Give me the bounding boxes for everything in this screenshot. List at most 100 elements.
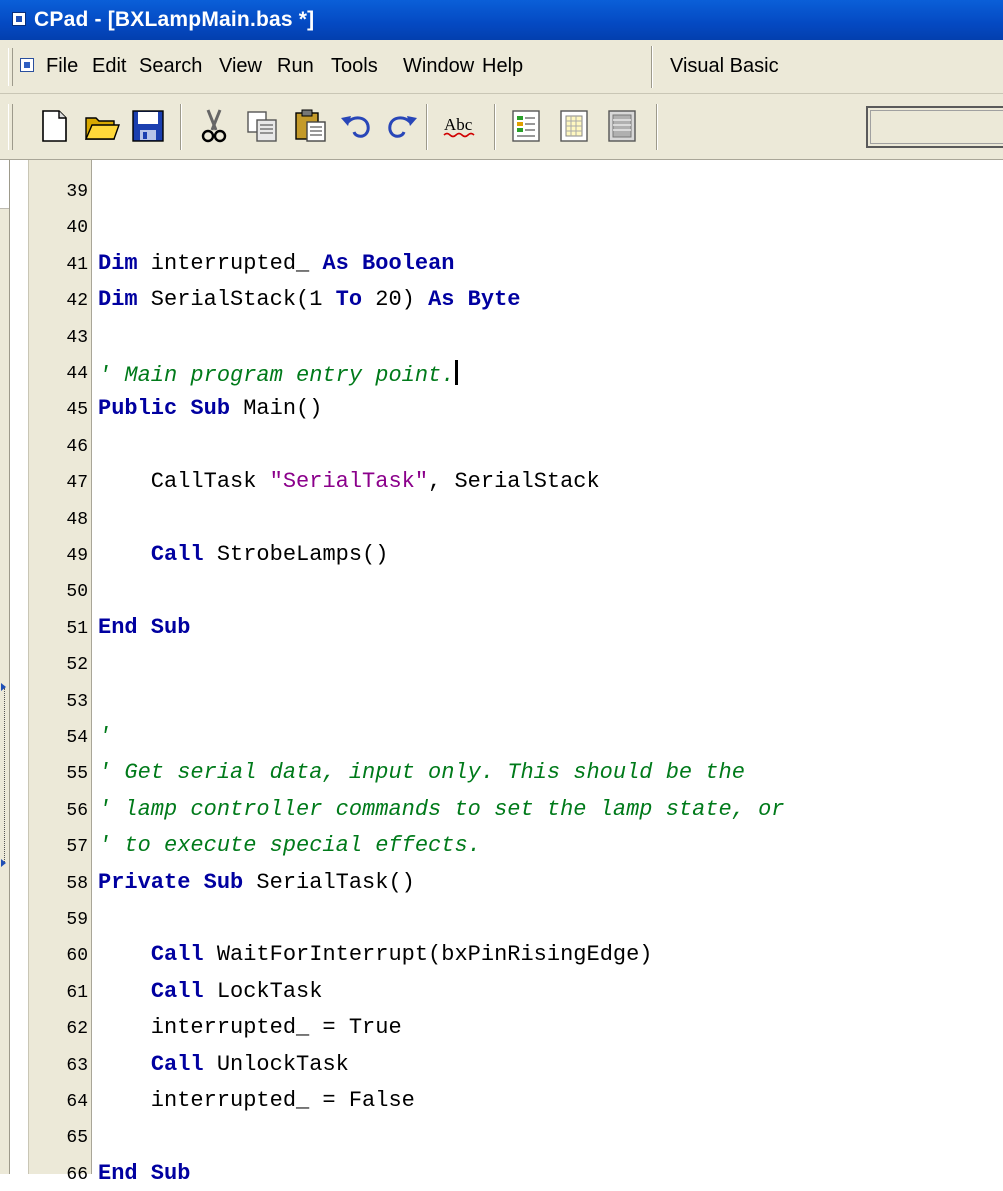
keyword-token: End Sub <box>98 1160 191 1186</box>
menu-help[interactable]: Help <box>482 55 523 78</box>
new-file-icon[interactable] <box>36 108 72 144</box>
toolbar-combo-box[interactable] <box>866 106 1003 148</box>
paste-icon[interactable] <box>292 108 328 144</box>
code-line[interactable]: 43 <box>0 318 1003 354</box>
line-number: 59 <box>66 910 88 930</box>
code-text[interactable]: Call UnlockTask <box>98 1052 349 1077</box>
code-text[interactable]: Call WaitForInterrupt(bxPinRisingEdge) <box>98 942 653 967</box>
code-text[interactable]: End Sub <box>98 615 190 640</box>
code-text[interactable]: ' lamp controller commands to set the la… <box>98 797 785 822</box>
code-line[interactable]: 64 interrupted_ = False <box>0 1082 1003 1118</box>
code-text[interactable]: ' <box>98 724 111 749</box>
line-number: 50 <box>66 582 88 603</box>
code-line[interactable]: 56 ' lamp controller commands to set the … <box>0 791 1003 827</box>
code-text[interactable]: interrupted_ = False <box>98 1088 415 1113</box>
line-number: 43 <box>66 327 88 348</box>
app-icon[interactable] <box>12 12 26 26</box>
code-line[interactable]: 46 <box>0 427 1003 463</box>
menu-edit[interactable]: Edit <box>92 55 126 78</box>
code-line[interactable]: 50 <box>0 572 1003 608</box>
code-text[interactable]: ' Main program entry point. <box>98 360 459 388</box>
code-text[interactable]: ' Get serial data, input only. This shou… <box>98 760 745 785</box>
menu-view[interactable]: View <box>219 55 262 78</box>
line-number: 55 <box>66 764 88 785</box>
cut-icon[interactable] <box>196 108 232 144</box>
code-line[interactable]: 51 End Sub <box>0 609 1003 645</box>
menu-file[interactable]: File <box>46 55 78 78</box>
text-token: interrupted_ = False <box>98 1088 415 1113</box>
code-line[interactable]: 54 ' <box>0 718 1003 754</box>
save-icon[interactable] <box>130 108 166 144</box>
menu-search[interactable]: Search <box>139 55 202 78</box>
code-editor[interactable]: 39 40 41 Dim interrupted_ As Boolean 42 Dim S… <box>0 160 1003 1186</box>
code-line[interactable]: 55 ' Get serial data, input only. This sh… <box>0 754 1003 790</box>
code-line[interactable]: 62 interrupted_ = True <box>0 1009 1003 1045</box>
window-title: CPad - [BXLampMain.bas *] <box>34 8 315 31</box>
menu-visual-basic[interactable]: Visual Basic <box>670 55 779 78</box>
line-number: 49 <box>66 546 88 566</box>
code-line[interactable]: 61 Call LockTask <box>0 973 1003 1009</box>
code-line[interactable]: 42 Dim SerialStack(1 To 20) As Byte <box>0 281 1003 317</box>
code-line[interactable]: 44 ' Main program entry point. <box>0 354 1003 390</box>
doc-gray-icon[interactable] <box>604 108 640 144</box>
spell-check-icon[interactable]: Abc <box>440 108 486 144</box>
code-line[interactable]: 41 Dim interrupted_ As Boolean <box>0 245 1003 281</box>
keyword-token: Call <box>150 1051 204 1077</box>
keyword-token: As Byte <box>428 287 521 313</box>
line-number: 41 <box>66 254 88 275</box>
code-line[interactable]: 45 Public Sub Main() <box>0 390 1003 426</box>
code-line[interactable]: 65 <box>0 1118 1003 1154</box>
code-text[interactable]: End Sub <box>98 1161 190 1186</box>
line-number: 60 <box>66 946 88 967</box>
code-line[interactable]: 47 CallTask "SerialTask", SerialStack <box>0 463 1003 499</box>
code-line[interactable]: 63 Call UnlockTask <box>0 1046 1003 1082</box>
text-token: WaitForInterrupt(bxPinRisingEdge) <box>203 942 653 968</box>
line-number: 65 <box>66 1128 88 1149</box>
toolbar-grip[interactable] <box>8 104 13 150</box>
code-line[interactable]: 49 Call StrobeLamps() <box>0 536 1003 572</box>
code-text[interactable]: Call LockTask <box>98 978 323 1004</box>
menu-window[interactable]: Window <box>403 55 474 78</box>
redo-icon[interactable] <box>384 108 420 144</box>
comment-token: ' Get serial data, input only. This shou… <box>98 760 745 786</box>
line-number: 63 <box>66 1055 88 1076</box>
code-line[interactable]: 40 <box>0 208 1003 244</box>
code-line[interactable]: 52 <box>0 645 1003 681</box>
code-text[interactable]: ' to execute special effects. <box>98 833 481 858</box>
menu-tools[interactable]: Tools <box>331 55 378 78</box>
string-token: "SerialTask" <box>269 469 429 495</box>
code-line[interactable]: 57 ' to execute special effects. <box>0 827 1003 863</box>
menubar-grip[interactable] <box>8 48 13 86</box>
line-number: 56 <box>66 800 88 821</box>
line-number: 47 <box>66 473 88 494</box>
line-number: 62 <box>66 1019 88 1040</box>
code-line[interactable]: 53 <box>0 682 1003 718</box>
code-line[interactable]: 48 <box>0 500 1003 536</box>
code-line[interactable]: 60 Call WaitForInterrupt(bxPinRisingEdge… <box>0 936 1003 972</box>
code-line[interactable]: 66 End Sub <box>0 1155 1003 1191</box>
undo-icon[interactable] <box>338 108 374 144</box>
open-folder-icon[interactable] <box>84 108 120 144</box>
doc-colored-icon[interactable] <box>508 108 544 144</box>
code-line[interactable]: 59 <box>0 900 1003 936</box>
code-text[interactable]: interrupted_ = True <box>98 1015 402 1040</box>
line-number: 52 <box>66 655 88 676</box>
keyword-token: End Sub <box>98 614 191 640</box>
line-number: 54 <box>66 728 88 748</box>
code-text[interactable]: Dim SerialStack(1 To 20) As Byte <box>98 287 521 312</box>
copy-icon[interactable] <box>244 108 280 144</box>
code-line[interactable]: 39 <box>0 172 1003 208</box>
code-line[interactable]: 58 Private Sub SerialTask() <box>0 864 1003 900</box>
text-token: LockTask <box>203 978 323 1004</box>
code-text[interactable]: CallTask "SerialTask", SerialStack <box>98 469 600 494</box>
code-text[interactable]: Call StrobeLamps() <box>98 542 389 567</box>
document-icon[interactable] <box>20 58 34 72</box>
doc-grid-icon[interactable] <box>556 108 592 144</box>
code-text[interactable]: Private Sub SerialTask() <box>98 870 415 895</box>
code-text[interactable]: Dim interrupted_ As Boolean <box>98 251 454 276</box>
text-token: SerialStack(1 <box>137 287 336 313</box>
menu-run[interactable]: Run <box>277 55 314 78</box>
line-number: 57 <box>66 837 88 858</box>
code-text[interactable]: Public Sub Main() <box>98 396 322 421</box>
